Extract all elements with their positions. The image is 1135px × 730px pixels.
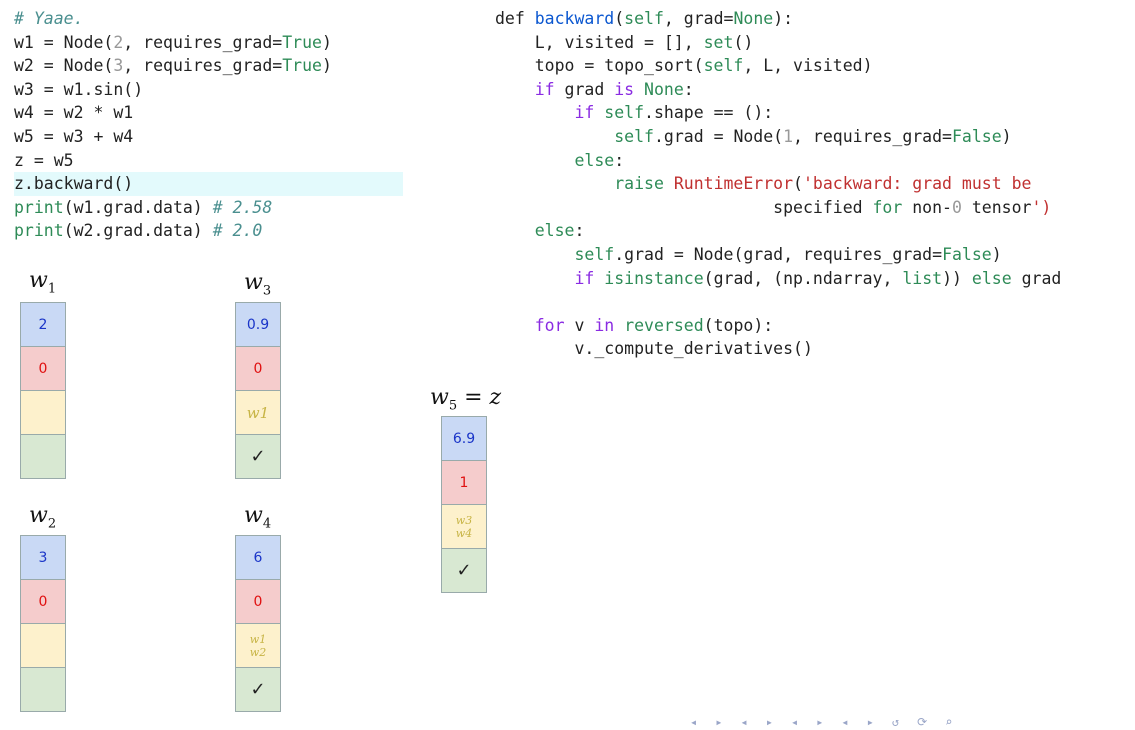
node-label-w5: w5 = z [430,385,502,414]
done-cell: ✓ [441,548,487,593]
grad-cell: 1 [441,460,487,505]
code-line: w4 = w2 * w1 [14,103,134,123]
node-w2: 3 0 [20,535,66,712]
code-line: w2 = Node(3, requires_grad=True) [14,56,332,76]
deps-cell [20,390,66,435]
grad-cell: 0 [235,579,281,624]
data-cell: 6.9 [441,416,487,461]
code-line: else: [534,221,585,241]
data-cell: 3 [20,535,66,580]
nav-icon[interactable]: ▸ [867,716,874,728]
node-w5: 6.9 1 w3 w4 ✓ [441,416,487,593]
code-line: w5 = w3 + w4 [14,126,134,146]
code-line: v._compute_derivatives() [495,339,813,359]
code-line: def backward(self, grad=None): [495,9,794,28]
nav-icon[interactable]: ▸ [766,716,773,728]
nav-icon[interactable]: ↺ [892,716,899,728]
code-line: print(w2.grad.data) # 2.0 [14,221,263,241]
code-line: w3 = w1.sin() [14,79,144,99]
nav-icon[interactable]: ◂ [841,716,848,728]
code-line: raise RuntimeError('backward: grad must … [614,174,1032,194]
code-line: if isinstance(grad, (np.ndarray, list)) … [574,268,1062,288]
node-label-w4: w4 [244,503,272,532]
nav-icon[interactable]: ⌕ [945,716,952,728]
done-cell [20,667,66,712]
data-cell: 2 [20,302,66,347]
dep-label: w3 [455,513,473,527]
done-cell: ✓ [235,667,281,712]
code-line: self.grad = Node(grad, requires_grad=Fal… [574,244,1002,264]
code-line: w1 = Node(2, requires_grad=True) [14,32,332,52]
dep-label: w2 [249,645,267,659]
code-line: specified for non-0 tensor') [773,197,1052,217]
grad-cell: 0 [235,346,281,391]
code-line: for v in reversed(topo): [534,315,774,335]
code-line: z.backward() [14,172,403,196]
right-code-block: def backward(self, grad=None): L, visite… [495,7,1061,361]
code-line: print(w1.grad.data) # 2.58 [14,197,273,217]
left-code-block: # Yaae. w1 = Node(2, requires_grad=True)w… [14,7,403,243]
deps-cell: w1 w2 [235,623,281,668]
code-line: z = w5 [14,150,74,170]
dep-label: w4 [455,526,473,540]
deps-cell: w1 [235,390,281,435]
nav-icon[interactable]: ◂ [690,716,697,728]
node-label-w3: w3 [244,270,272,299]
grad-cell: 0 [20,579,66,624]
data-cell: 0.9 [235,302,281,347]
done-cell: ✓ [235,434,281,479]
code-line: if self.shape == (): [574,103,774,123]
nav-icon[interactable]: ▸ [715,716,722,728]
node-w4: 6 0 w1 w2 ✓ [235,535,281,712]
deps-cell [20,623,66,668]
nav-icon[interactable]: ◂ [791,716,798,728]
node-label-w2: w2 [29,503,57,532]
grad-cell: 0 [20,346,66,391]
code-line: topo = topo_sort(self, L, visited) [495,56,873,76]
code-line: else: [574,150,625,170]
dep-label: w1 [249,632,267,646]
node-w1: 2 0 [20,302,66,479]
code-line: # Yaae. [14,9,84,28]
code-line: if grad is None: [534,79,694,99]
data-cell: 6 [235,535,281,580]
nav-icon[interactable]: ▸ [816,716,823,728]
done-cell [20,434,66,479]
dep-label: w1 [246,403,270,422]
deps-cell: w3 w4 [441,504,487,549]
nav-icon[interactable]: ⟳ [917,716,927,728]
node-label-w1: w1 [29,268,57,297]
nav-icon[interactable]: ◂ [740,716,747,728]
code-line: L, visited = [], set() [495,32,754,52]
node-w3: 0.9 0 w1 ✓ [235,302,281,479]
code-line: self.grad = Node(1, requires_grad=False) [614,126,1012,146]
